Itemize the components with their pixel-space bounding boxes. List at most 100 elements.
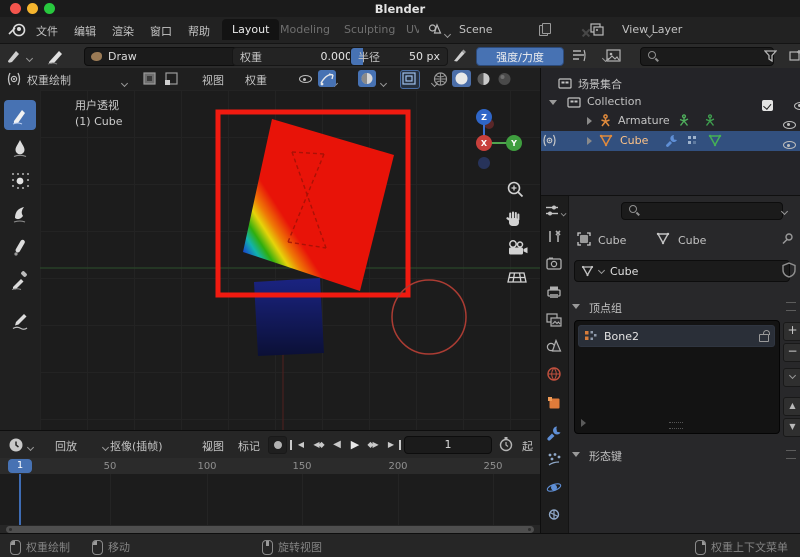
- tool-blur-button[interactable]: [4, 133, 36, 163]
- vertex-group-row-bone2[interactable]: Bone2: [578, 325, 775, 347]
- menu-file[interactable]: 文件: [36, 23, 58, 39]
- start-frame-label[interactable]: 起: [522, 438, 538, 454]
- xray-toggle-icon[interactable]: [400, 70, 420, 89]
- vertex-group-name[interactable]: Bone2: [604, 330, 752, 343]
- play-button[interactable]: ▶: [346, 437, 363, 452]
- tab-physics-icon[interactable]: [546, 480, 562, 495]
- scene-dropdown-icon[interactable]: [444, 31, 452, 39]
- blender-logo-icon[interactable]: [8, 21, 28, 38]
- playhead-line[interactable]: [19, 474, 21, 525]
- zoom-button[interactable]: [505, 180, 527, 202]
- fake-user-shield-icon[interactable]: [782, 262, 796, 278]
- lock-open-icon[interactable]: [759, 334, 769, 342]
- tab-world-icon[interactable]: [546, 366, 562, 382]
- next-keyframe-button[interactable]: ◆▶: [364, 437, 381, 452]
- camera-view-button[interactable]: [505, 238, 529, 258]
- shape-keys-grip-icon[interactable]: [786, 450, 796, 459]
- tool-gradient-button[interactable]: [4, 232, 36, 262]
- scene-new-icon[interactable]: [539, 23, 550, 35]
- shading-rendered-icon[interactable]: [496, 71, 513, 87]
- shading-wireframe-icon[interactable]: [432, 71, 449, 87]
- vertex-group-add-button[interactable]: +: [783, 322, 800, 341]
- mesh-name-field[interactable]: Cube: [574, 260, 790, 282]
- outliner-row-collection[interactable]: Collection: [541, 93, 800, 112]
- shape-keys-expand-icon[interactable]: [572, 452, 580, 457]
- tool-smear-button[interactable]: [4, 199, 36, 229]
- falloff-sphere-icon[interactable]: [358, 70, 376, 87]
- viewport-3d[interactable]: 用户透视 (1) Cube Z Y X: [40, 90, 541, 430]
- brush-name-field[interactable]: Draw: [84, 47, 238, 66]
- timeline-menu-playback[interactable]: 回放: [55, 438, 77, 454]
- tab-modifiers-icon[interactable]: [546, 425, 562, 441]
- scene-collection-label[interactable]: 场景集合: [578, 76, 622, 92]
- vertex-group-specials-button[interactable]: [783, 368, 800, 387]
- mesh-browse-dropdown-icon[interactable]: [598, 267, 606, 275]
- timeline-editor-icon[interactable]: [8, 437, 24, 453]
- menu-view[interactable]: 视图: [202, 72, 224, 88]
- list-resize-grip-icon[interactable]: [669, 422, 683, 429]
- cube-visibility-icon[interactable]: [783, 139, 796, 151]
- texture-icon[interactable]: [606, 49, 621, 62]
- tool-annotate-button[interactable]: [4, 305, 36, 335]
- play-reverse-button[interactable]: ◀: [328, 437, 345, 452]
- tab-scene-icon[interactable]: [546, 339, 562, 353]
- editor-type-dropdown-icon[interactable]: [561, 211, 567, 217]
- tab-particles-icon[interactable]: [546, 452, 562, 467]
- collection-checkbox[interactable]: [762, 100, 773, 111]
- current-frame-field[interactable]: 1: [404, 436, 492, 454]
- timeline-track-area[interactable]: [0, 474, 540, 525]
- vertex-groups-expand-icon[interactable]: [572, 304, 580, 309]
- mesh-name-value[interactable]: Cube: [610, 265, 638, 278]
- brush-icon[interactable]: [46, 47, 66, 65]
- proportional-dropdown-icon[interactable]: [380, 80, 388, 88]
- cube-expand-icon[interactable]: [587, 137, 592, 145]
- outliner-row-armature[interactable]: Armature: [541, 112, 800, 131]
- view-layer-icon[interactable]: [590, 23, 604, 36]
- active-tool-dropdown-icon[interactable]: [26, 55, 34, 63]
- properties-search-input[interactable]: [621, 202, 783, 220]
- pressure-pen-icon[interactable]: [452, 48, 468, 63]
- navigation-gizmo[interactable]: Z Y X: [460, 100, 530, 180]
- collection-visibility-icon[interactable]: [794, 100, 800, 112]
- breadcrumb-data-label[interactable]: Cube: [678, 234, 706, 247]
- new-collection-icon[interactable]: [789, 49, 800, 62]
- scene-icon[interactable]: [428, 23, 442, 36]
- vertex-group-remove-button[interactable]: −: [783, 343, 800, 362]
- outliner-filter-icon[interactable]: [764, 50, 777, 62]
- timeline-editor-dropdown-icon[interactable]: [27, 444, 35, 452]
- tab-constraints-icon[interactable]: [546, 507, 562, 522]
- previous-keyframe-button[interactable]: ◀◆: [310, 437, 327, 452]
- jump-to-end-button[interactable]: ▶: [382, 440, 401, 450]
- jump-to-start-button[interactable]: ◀: [290, 440, 309, 450]
- tool-draw-button[interactable]: [4, 100, 36, 130]
- tab-render-icon[interactable]: [546, 257, 563, 271]
- properties-options-icon[interactable]: [781, 208, 789, 216]
- tab-tool-icon[interactable]: [547, 229, 562, 244]
- vertex-groups-grip-icon[interactable]: [786, 302, 796, 311]
- list-filter-expand-icon[interactable]: [581, 419, 586, 427]
- view-layer-name[interactable]: View Layer: [622, 23, 682, 36]
- paint-mask-face-icon[interactable]: [142, 71, 158, 86]
- armature-visibility-icon[interactable]: [783, 119, 796, 131]
- scene-name[interactable]: Scene: [459, 23, 493, 36]
- tab-layout[interactable]: Layout: [222, 19, 279, 40]
- stopwatch-icon[interactable]: [498, 436, 514, 452]
- show-object-types-icon[interactable]: [299, 73, 312, 85]
- mode-dropdown-icon[interactable]: [121, 80, 129, 88]
- tool-average-button[interactable]: [4, 166, 36, 196]
- cube-label[interactable]: Cube: [620, 134, 648, 147]
- menu-render[interactable]: 渲染: [112, 23, 134, 39]
- tab-modeling[interactable]: Modeling: [280, 23, 330, 36]
- menu-edit[interactable]: 编辑: [74, 23, 96, 39]
- vertex-group-move-down-button[interactable]: ▼: [783, 418, 800, 437]
- armature-label[interactable]: Armature: [618, 114, 670, 127]
- timeline-menu-view[interactable]: 视图: [202, 438, 224, 454]
- tab-output-icon[interactable]: [546, 285, 562, 299]
- strength-slider[interactable]: 强度/力度: [476, 47, 564, 66]
- tool-sample-weight-button[interactable]: [4, 265, 36, 295]
- outliner-search-input[interactable]: [640, 47, 774, 66]
- pan-hand-button[interactable]: [503, 209, 525, 231]
- menu-help[interactable]: 帮助: [188, 23, 210, 39]
- shading-material-icon[interactable]: [475, 71, 492, 87]
- vertex-group-list[interactable]: Bone2: [574, 320, 780, 434]
